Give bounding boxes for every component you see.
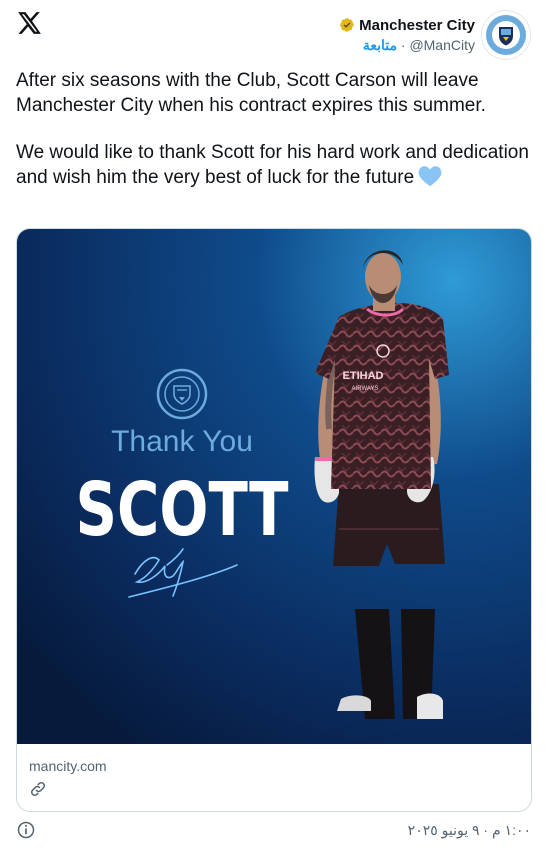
card-name-big: SCOTT xyxy=(75,466,288,553)
follow-button[interactable]: متابعة xyxy=(363,37,397,53)
card-domain[interactable]: mancity.com xyxy=(29,758,519,774)
account-text: Manchester City متابعة · @ManCity xyxy=(339,17,475,54)
separator-dot: · xyxy=(400,36,406,53)
account-name-row: Manchester City xyxy=(339,17,475,34)
meta-row: ١:٠٠ م · ٩ يونيو ٢٠٢٥ xyxy=(16,820,531,840)
timestamp[interactable]: ١:٠٠ م · ٩ يونيو ٢٠٢٥ xyxy=(408,822,531,839)
link-icon[interactable] xyxy=(29,780,47,798)
account-subline: متابعة · @ManCity xyxy=(363,37,475,54)
avatar[interactable] xyxy=(481,10,531,60)
shirt-sponsor-sub: AIRWAYS xyxy=(352,386,379,392)
light-blue-heart-icon xyxy=(418,166,442,186)
tweet-paragraph: After six seasons with the Club, Scott C… xyxy=(16,70,486,116)
shirt-sponsor: ETIHAD xyxy=(343,370,384,382)
tweet-text: After six seasons with the Club, Scott C… xyxy=(16,68,531,212)
account-header: Manchester City متابعة · @ManCity xyxy=(339,10,531,60)
link-card[interactable]: Thank You SCOTT ETIHAD AIRWAYS mancity.c… xyxy=(16,228,532,812)
info-icon[interactable] xyxy=(16,820,36,840)
card-headline: Thank You xyxy=(111,425,253,458)
card-footer: mancity.com xyxy=(17,744,531,811)
verified-badge-icon xyxy=(340,18,354,32)
tweet-paragraph: We would like to thank Scott for his har… xyxy=(16,140,531,190)
tweet-paragraph-text: We would like to thank Scott for his har… xyxy=(16,142,529,188)
card-image[interactable]: Thank You SCOTT ETIHAD AIRWAYS xyxy=(17,229,531,744)
x-logo-icon[interactable] xyxy=(16,10,42,36)
account-name[interactable]: Manchester City xyxy=(359,17,475,34)
account-handle[interactable]: @ManCity xyxy=(409,37,475,53)
